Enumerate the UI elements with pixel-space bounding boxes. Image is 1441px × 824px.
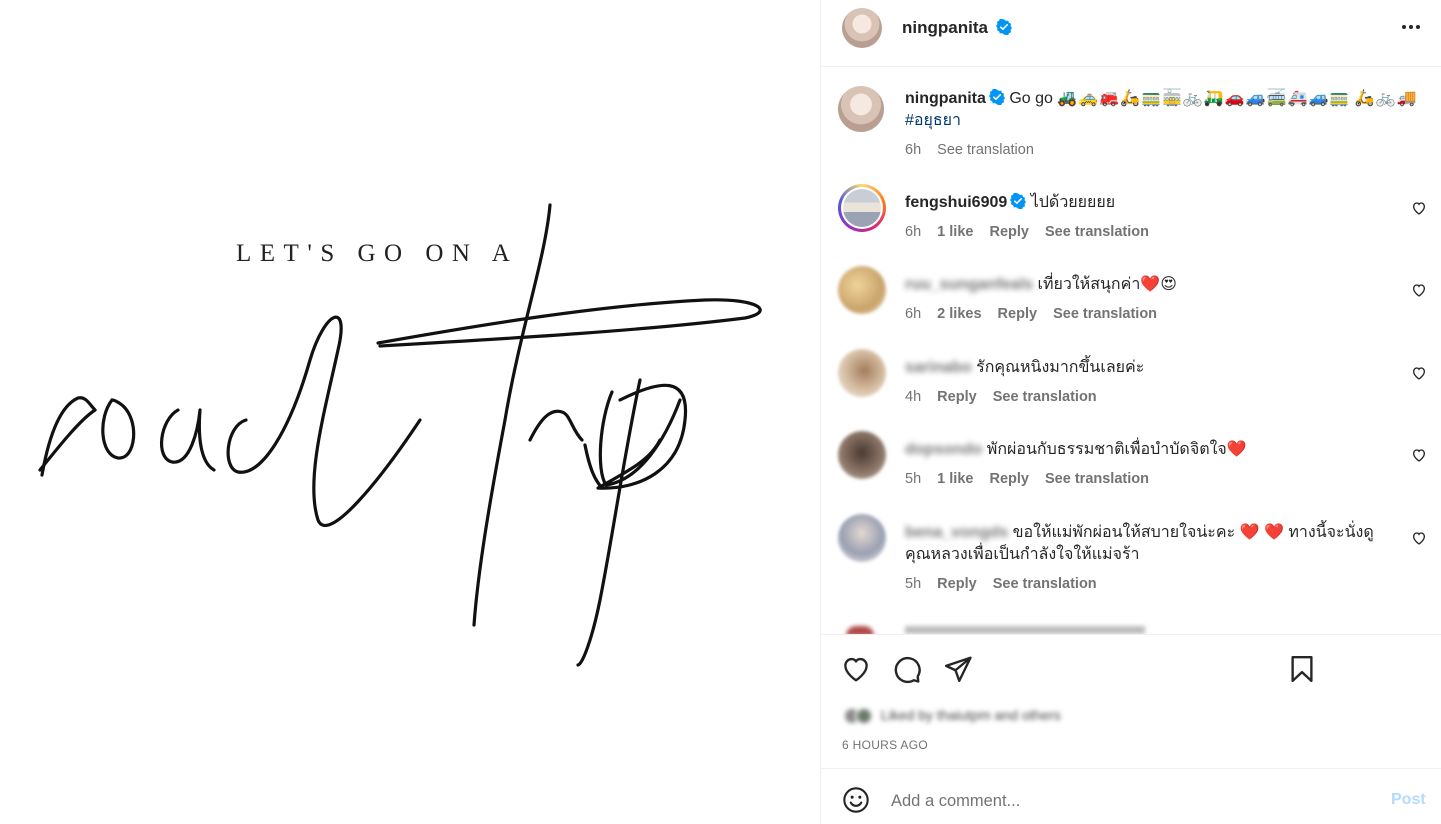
comment-body: sarinabo รักคุณหนิงมากขึ้นเลยค่ะ [905, 357, 1395, 379]
road-trip-script-artwork [38, 203, 762, 667]
comment-time[interactable]: 5h [905, 471, 921, 487]
comment-item: fengshui6909 ไปด้วยยยยย 6h 1 like Reply … [821, 184, 1441, 254]
heart-icon[interactable] [841, 654, 871, 684]
comment-meta: 6h 2 likes Reply See translation [905, 306, 1169, 322]
caption-emojis: 🚜🚕🚒🛵🚃🚋🚲🛺🚗🚙🚎🚑🚙🚃 [1057, 90, 1351, 107]
see-translation-link[interactable]: See translation [1045, 224, 1149, 240]
comment-likes[interactable]: 1 like [937, 224, 973, 240]
liked-by-text[interactable]: Liked by thaiutpm and others [881, 707, 1061, 723]
comment-text: รักคุณหนิงมากขึ้นเลยค่ะ [976, 359, 1145, 376]
dot-icon [1402, 25, 1406, 29]
comment-meta: 5h Reply See translation [905, 576, 1109, 592]
verified-badge-icon [995, 19, 1012, 35]
caption-time[interactable]: 6h [905, 142, 921, 158]
comment-username[interactable]: ruu_sunganfeals [905, 276, 1033, 293]
comment-likes[interactable]: 2 likes [937, 306, 981, 322]
comment-body: bena_vongds ขอให้แม่พักผ่อนให้สบายใจน่ะค… [905, 522, 1395, 566]
caption-hashtag[interactable]: #อยุธยา [905, 112, 961, 129]
caption-text: Go go [1009, 90, 1053, 107]
avatar[interactable] [842, 8, 882, 48]
comment-like-heart-icon[interactable] [1411, 447, 1427, 463]
avatar[interactable] [838, 266, 886, 314]
post-detail-panel: ningpanita ningpanita Go go 🚜🚕🚒🛵🚃🚋🚲🛺🚗🚙🚎🚑… [820, 0, 1441, 824]
comment-meta: 4h Reply See translation [905, 389, 1109, 405]
caption-avatar[interactable] [838, 86, 884, 132]
see-translation-link[interactable]: See translation [1053, 306, 1157, 322]
comment-item-partial [821, 622, 1441, 634]
see-translation-link[interactable]: See translation [993, 389, 1097, 405]
caption: ningpanita Go go 🚜🚕🚒🛵🚃🚋🚲🛺🚗🚙🚎🚑🚙🚃 🛵🚲🚚 #อยุ… [821, 84, 1441, 174]
comment-username[interactable]: fengshui6909 [905, 194, 1007, 211]
avatar [855, 707, 873, 726]
comments-list[interactable]: ningpanita Go go 🚜🚕🚒🛵🚃🚋🚲🛺🚗🚙🚎🚑🚙🚃 🛵🚲🚚 #อยุ… [821, 66, 1441, 634]
reply-button[interactable]: Reply [937, 389, 977, 405]
avatar[interactable] [838, 349, 886, 397]
caption-emojis-2: 🛵🚲🚚 [1354, 90, 1418, 107]
comment-item: dopsondo พักผ่อนกับธรรมชาติเพื่อบำบัดจิต… [821, 431, 1441, 501]
reply-button[interactable]: Reply [989, 471, 1029, 487]
avatar[interactable] [838, 431, 886, 479]
comment-time[interactable]: 5h [905, 576, 921, 592]
verified-badge-icon [988, 89, 1005, 105]
comment-username[interactable]: sarinabo [905, 359, 972, 376]
comment-item: bena_vongds ขอให้แม่พักผ่อนให้สบายใจน่ะค… [821, 514, 1441, 604]
comment-text: พักผ่อนกับธรรมชาติเพื่อบำบัดจิตใจ❤️ [986, 441, 1247, 458]
comment-like-heart-icon[interactable] [1411, 282, 1427, 298]
reply-button[interactable]: Reply [998, 306, 1038, 322]
comment-like-heart-icon[interactable] [1411, 365, 1427, 381]
caption-username[interactable]: ningpanita [905, 90, 986, 107]
comment-time[interactable]: 4h [905, 389, 921, 405]
avatar[interactable] [838, 514, 886, 562]
post-actions: Liked by thaiutpm and others 6 HOURS AGO [821, 634, 1441, 768]
caption-body: ningpanita Go go 🚜🚕🚒🛵🚃🚋🚲🛺🚗🚙🚎🚑🚙🚃 🛵🚲🚚 #อยุ… [905, 88, 1420, 132]
avatar-story-ring[interactable] [838, 184, 886, 232]
comment-meta: 5h 1 like Reply See translation [905, 471, 1161, 487]
see-translation-link[interactable]: See translation [1045, 471, 1149, 487]
comment-meta: 6h 1 like Reply See translation [905, 224, 1161, 240]
comment-input[interactable] [891, 786, 1361, 816]
reply-button[interactable]: Reply [989, 224, 1029, 240]
verified-badge-icon [1010, 193, 1027, 209]
comment-username[interactable]: dopsondo [905, 441, 982, 458]
comment-body: dopsondo พักผ่อนกับธรรมชาติเพื่อบำบัดจิต… [905, 439, 1395, 461]
comment-time[interactable]: 6h [905, 306, 921, 322]
dot-icon [1409, 25, 1413, 29]
see-translation-link[interactable]: See translation [937, 142, 1034, 158]
comment-like-heart-icon[interactable] [1411, 200, 1427, 216]
comment-bubble-icon[interactable] [892, 654, 922, 684]
comment-body: ruu_sunganfeals เที่ยวให้สนุกค่า❤️😍 [905, 274, 1395, 296]
comment-time[interactable]: 6h [905, 224, 921, 240]
reply-button[interactable]: Reply [937, 576, 977, 592]
comment-body: fengshui6909 ไปด้วยยยยย [905, 192, 1395, 214]
comment-like-heart-icon[interactable] [1411, 530, 1427, 546]
comment-text: เที่ยวให้สนุกค่า❤️😍 [1037, 276, 1177, 293]
header-username-text[interactable]: ningpanita [902, 18, 988, 37]
post-timestamp[interactable]: 6 HOURS AGO [842, 738, 928, 752]
comment-likes[interactable]: 1 like [937, 471, 973, 487]
more-options-button[interactable] [1397, 16, 1425, 38]
header-username[interactable]: ningpanita [902, 18, 1012, 38]
post-comment-button[interactable]: Post [1391, 791, 1426, 809]
dot-icon [1416, 25, 1420, 29]
post-header: ningpanita [821, 0, 1441, 57]
caption-meta: 6h See translation [905, 142, 1046, 158]
bookmark-icon[interactable] [1287, 654, 1317, 684]
comment-text: ไปด้วยยยยย [1030, 194, 1116, 211]
liked-by[interactable]: Liked by thaiutpm and others [843, 707, 1061, 726]
comment-item: ruu_sunganfeals เที่ยวให้สนุกค่า❤️😍 6h 2… [821, 266, 1441, 336]
emoji-smiley-icon[interactable] [842, 786, 870, 814]
paper-plane-icon[interactable] [943, 654, 973, 684]
comment-item: sarinabo รักคุณหนิงมากขึ้นเลยค่ะ 4h Repl… [821, 349, 1441, 419]
see-translation-link[interactable]: See translation [993, 576, 1097, 592]
comment-username[interactable]: bena_vongds [905, 524, 1008, 541]
post-media[interactable]: LET'S GO ON A [0, 0, 820, 824]
add-comment-bar: Post [821, 768, 1441, 824]
